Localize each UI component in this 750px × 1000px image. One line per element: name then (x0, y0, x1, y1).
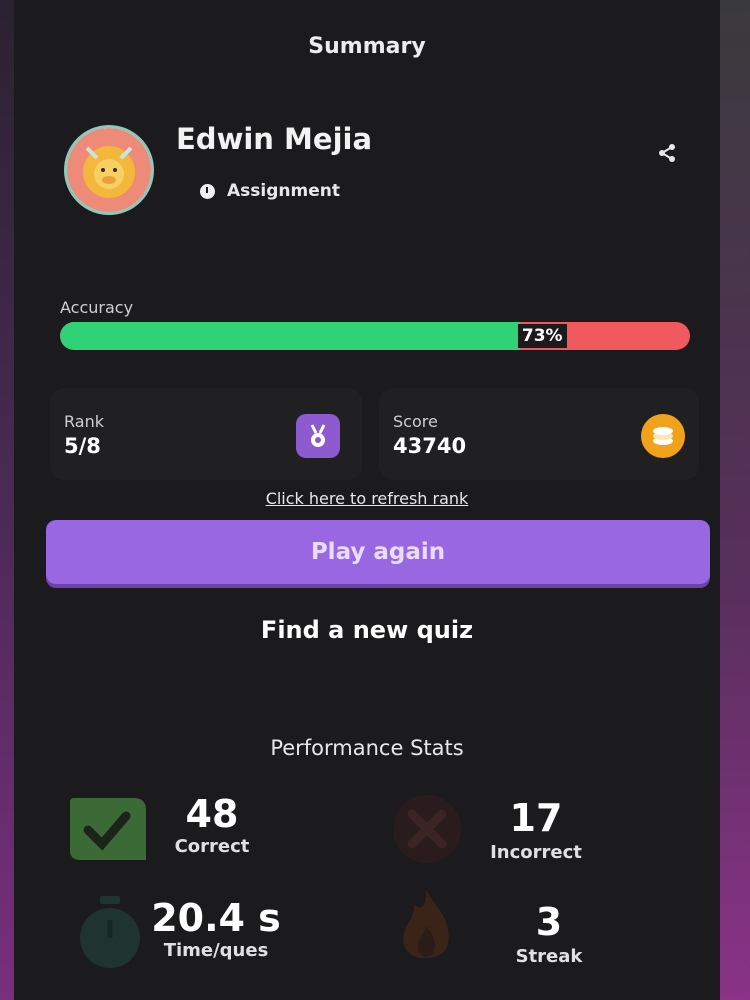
time-per-question-label: Time/ques (163, 940, 269, 961)
refresh-rank-link[interactable]: Click here to refresh rank (14, 489, 720, 508)
accuracy-bar: 73% (60, 322, 690, 350)
lion-avatar-icon (64, 125, 154, 215)
incorrect-label: Incorrect (490, 842, 582, 863)
page-title: Summary (308, 34, 426, 59)
score-label: Score (393, 412, 438, 431)
performance-stats-title: Performance Stats (270, 736, 464, 760)
checkmark-icon (64, 792, 150, 866)
flame-icon (386, 886, 466, 970)
score-card: Score 43740 (379, 388, 699, 480)
share-icon[interactable] (656, 142, 678, 164)
streak-count: 3 (535, 900, 563, 944)
mode-badge: Assignment (200, 181, 340, 201)
coins-icon (641, 414, 685, 458)
time-per-question-value: 20.4 s (151, 896, 281, 940)
score-value: 43740 (393, 434, 467, 458)
correct-label: Correct (174, 836, 250, 857)
stopwatch-icon (70, 894, 150, 970)
medal-icon (296, 414, 340, 458)
rank-label: Rank (64, 412, 104, 431)
cross-icon (384, 792, 470, 866)
user-name: Edwin Mejia (176, 122, 373, 156)
right-bezel (716, 0, 750, 1000)
summary-screen: Summary Edwin Mejia Assignment Accuracy … (14, 0, 720, 1000)
accuracy-label: Accuracy (60, 298, 134, 317)
streak-label: Streak (515, 946, 583, 967)
clock-icon (200, 183, 215, 199)
mode-label: Assignment (227, 181, 340, 201)
find-new-quiz-link[interactable]: Find a new quiz (14, 616, 720, 644)
accuracy-correct-fill (60, 322, 520, 350)
correct-count: 48 (185, 792, 239, 836)
accuracy-percent: 73% (517, 324, 567, 348)
rank-card: Rank 5/8 (50, 388, 362, 480)
rank-value: 5/8 (64, 434, 101, 458)
incorrect-count: 17 (509, 796, 563, 840)
play-again-button[interactable]: Play again (46, 520, 710, 584)
